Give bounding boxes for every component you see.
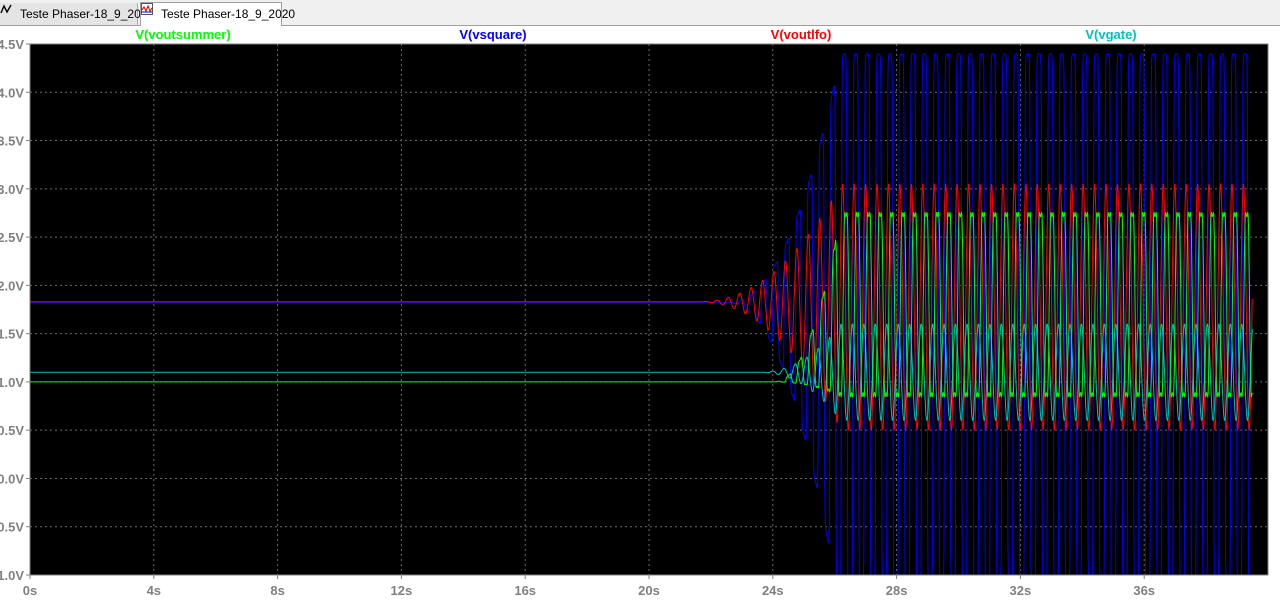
waveform-chart[interactable]: 4.5V 4.0V 3.5V 3.0V 2.5V 2.0V 1.5V 1.0V 0.5V 0.0V… bbox=[0, 27, 1280, 601]
x-tick-label: 16s bbox=[514, 583, 536, 598]
x-tick-label: 28s bbox=[886, 583, 908, 598]
waveform-plot-icon bbox=[141, 3, 157, 20]
legend-label[interactable]: V(vgate) bbox=[1085, 27, 1136, 42]
y-tick-label: 1.5V bbox=[0, 327, 24, 342]
tab-schematic-label: Teste Phaser-18_9_2020 bbox=[20, 7, 155, 21]
y-tick-label: 1.0V bbox=[0, 375, 24, 390]
x-tick-label: 20s bbox=[638, 583, 660, 598]
tab-bar: Teste Phaser-18_9_2020 Teste Phaser-18_9… bbox=[0, 0, 1280, 26]
tab-schematic[interactable]: Teste Phaser-18_9_2020 bbox=[0, 3, 154, 25]
legend-label[interactable]: V(voutsummer) bbox=[135, 27, 230, 42]
x-tick-label: 0s bbox=[23, 583, 37, 598]
x-tick-label: 24s bbox=[762, 583, 784, 598]
y-tick-label: 4.0V bbox=[0, 85, 24, 100]
y-tick-label: 0.0V bbox=[0, 471, 24, 486]
wave-schematic-icon bbox=[0, 4, 16, 20]
legend-label[interactable]: V(vsquare) bbox=[459, 27, 526, 42]
x-tick-label: 36s bbox=[1133, 583, 1155, 598]
x-tick-label: 12s bbox=[391, 583, 413, 598]
x-tick-label: 32s bbox=[1010, 583, 1032, 598]
y-tick-label: -1.0V bbox=[0, 568, 24, 583]
tab-waveform-label: Teste Phaser-18_9_2020 bbox=[161, 7, 296, 21]
y-tick-label: 3.5V bbox=[0, 134, 24, 149]
x-tick-label: 8s bbox=[270, 583, 284, 598]
tab-waveform[interactable]: Teste Phaser-18_9_2020 bbox=[140, 2, 295, 26]
y-tick-label: -0.5V bbox=[0, 520, 24, 535]
x-tick-label: 4s bbox=[147, 583, 161, 598]
y-tick-label: 0.5V bbox=[0, 423, 24, 438]
legend-label[interactable]: V(voutlfo) bbox=[771, 27, 832, 42]
y-tick-label: 2.0V bbox=[0, 278, 24, 293]
waveform-viewer[interactable]: 4.5V 4.0V 3.5V 3.0V 2.5V 2.0V 1.5V 1.0V 0.5V 0.0V… bbox=[0, 27, 1280, 601]
y-tick-label: 4.5V bbox=[0, 37, 24, 52]
y-tick-label: 3.0V bbox=[0, 182, 24, 197]
y-tick-label: 2.5V bbox=[0, 230, 24, 245]
